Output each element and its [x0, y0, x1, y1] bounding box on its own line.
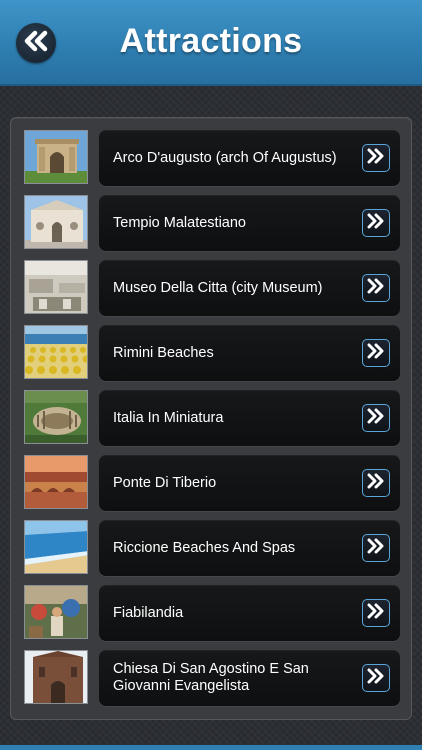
list-item-label: Museo Della Citta (city Museum) — [113, 279, 323, 296]
thumbnail-image — [24, 585, 88, 639]
app-header: Attractions — [0, 0, 422, 86]
list-item[interactable]: Fiabilandia — [11, 585, 413, 641]
list-item[interactable]: Chiesa Di San Agostino E San Giovanni Ev… — [11, 650, 413, 706]
thumbnail-image — [24, 455, 88, 509]
list-item-label: Riccione Beaches And Spas — [113, 539, 296, 556]
double-chevron-right-icon — [366, 148, 386, 169]
list-item-button[interactable]: Tempio Malatestiano — [99, 195, 400, 251]
list-item[interactable]: Museo Della Citta (city Museum) — [11, 260, 413, 316]
double-chevron-right-icon — [366, 213, 386, 234]
list-item-button[interactable]: Ponte Di Tiberio — [99, 455, 400, 511]
arrow-button[interactable] — [362, 404, 390, 432]
list-item-label: Rimini Beaches — [113, 344, 214, 361]
attractions-list: Arco D'augusto (arch Of Augustus) Tempio… — [10, 117, 412, 720]
list-item-button[interactable]: Museo Della Citta (city Museum) — [99, 260, 400, 316]
double-chevron-right-icon — [366, 538, 386, 559]
arrow-button[interactable] — [362, 534, 390, 562]
list-item-label: Chiesa Di San Agostino E San Giovanni Ev… — [113, 661, 309, 694]
thumbnail-image — [24, 260, 88, 314]
double-chevron-right-icon — [366, 278, 386, 299]
list-item-button[interactable]: Fiabilandia — [99, 585, 400, 641]
arrow-button[interactable] — [362, 339, 390, 367]
arrow-button[interactable] — [362, 144, 390, 172]
list-item-label: Fiabilandia — [113, 604, 184, 621]
thumbnail-image — [24, 650, 88, 704]
list-item[interactable]: Italia In Miniatura — [11, 390, 413, 446]
arrow-button[interactable] — [362, 469, 390, 497]
arrow-button[interactable] — [362, 664, 390, 692]
thumbnail-image — [24, 390, 88, 444]
double-chevron-right-icon — [366, 473, 386, 494]
list-item-label: Tempio Malatestiano — [113, 214, 246, 231]
bottom-bar — [0, 745, 422, 750]
page-title: Attractions — [119, 22, 303, 60]
arrow-button[interactable] — [362, 209, 390, 237]
double-chevron-right-icon — [366, 408, 386, 429]
thumbnail-image — [24, 130, 88, 184]
list-item-button[interactable]: Arco D'augusto (arch Of Augustus) — [99, 130, 400, 186]
list-item[interactable]: Rimini Beaches — [11, 325, 413, 381]
thumbnail-image — [24, 520, 88, 574]
list-item-button[interactable]: Chiesa Di San Agostino E San Giovanni Ev… — [99, 650, 400, 706]
double-chevron-right-icon — [366, 343, 386, 364]
list-item-label: Arco D'augusto (arch Of Augustus) — [113, 149, 337, 166]
thumbnail-image — [24, 195, 88, 249]
list-item-button[interactable]: Italia In Miniatura — [99, 390, 400, 446]
list-item[interactable]: Arco D'augusto (arch Of Augustus) — [11, 130, 413, 186]
arrow-button[interactable] — [362, 599, 390, 627]
list-item-label: Italia In Miniatura — [113, 409, 224, 426]
thumbnail-image — [24, 325, 88, 379]
double-chevron-right-icon — [366, 668, 386, 689]
double-chevron-right-icon — [366, 603, 386, 624]
list-item-button[interactable]: Rimini Beaches — [99, 325, 400, 381]
list-item-button[interactable]: Riccione Beaches And Spas — [99, 520, 400, 576]
list-item[interactable]: Ponte Di Tiberio — [11, 455, 413, 511]
list-item[interactable]: Tempio Malatestiano — [11, 195, 413, 251]
list-item[interactable]: Riccione Beaches And Spas — [11, 520, 413, 576]
arrow-button[interactable] — [362, 274, 390, 302]
list-item-label: Ponte Di Tiberio — [113, 474, 217, 491]
